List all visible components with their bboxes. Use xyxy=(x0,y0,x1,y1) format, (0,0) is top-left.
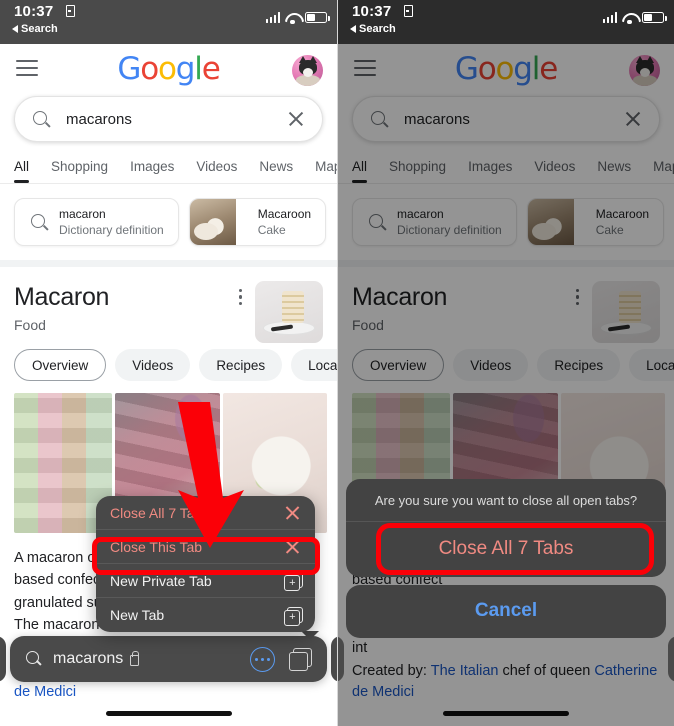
kp-tab-overview[interactable]: Overview xyxy=(14,349,107,381)
chip-subtitle: Cake xyxy=(257,223,286,237)
address-bar-text: macarons xyxy=(53,650,124,667)
logo-letter-l: l xyxy=(194,51,203,87)
wifi-icon xyxy=(285,12,300,24)
chip-subtitle: Dictionary definition xyxy=(59,223,164,237)
left-phone-screen: 10:37 Search Google macarons All Shoppin… xyxy=(0,0,337,726)
search-bar-container: macarons xyxy=(0,96,337,148)
logo-letter-o2: o xyxy=(158,51,177,87)
status-bar-back-to-app[interactable]: Search xyxy=(12,23,58,35)
nav-tab-shopping[interactable]: Shopping xyxy=(51,159,108,183)
nav-tab-videos[interactable]: Videos xyxy=(196,159,237,183)
logo-letter-g2: g xyxy=(175,51,196,87)
screenshot-stage: 10:37 Search Google macarons All Shoppin… xyxy=(0,0,674,726)
knowledge-panel-header: Macaron Food xyxy=(0,267,337,343)
cellular-signal-icon xyxy=(602,12,617,23)
status-bar: 10:37 Search xyxy=(0,0,337,44)
logo-letter-o1: o xyxy=(140,51,159,87)
refinement-chip-macaroon[interactable]: Macaroon Cake xyxy=(188,198,327,246)
account-avatar[interactable] xyxy=(292,55,323,86)
alert-card: Are you sure you want to close all open … xyxy=(346,479,666,577)
search-icon xyxy=(33,110,50,128)
kp-tab-videos[interactable]: Videos xyxy=(115,349,191,381)
status-bar-time: 10:37 xyxy=(352,3,392,20)
context-menu-item-new-private-tab[interactable]: New Private Tab + xyxy=(96,564,315,598)
alert-confirm-button[interactable]: Close All 7 Tabs xyxy=(346,522,666,577)
nav-tab-images[interactable]: Images xyxy=(130,159,174,183)
search-icon xyxy=(31,213,48,231)
context-menu-caret xyxy=(301,631,319,640)
close-icon xyxy=(284,504,301,521)
lock-icon xyxy=(404,5,413,17)
context-menu-label: New Private Tab xyxy=(110,572,212,589)
page-content: Google macarons All Shopping Images Vide… xyxy=(338,44,674,726)
search-input[interactable]: macarons xyxy=(66,111,282,128)
search-nav-tabs: All Shopping Images Videos News Map xyxy=(0,148,337,184)
chip-title: macaron xyxy=(59,206,106,221)
status-bar-time: 10:37 xyxy=(14,3,54,20)
left-edge-tab-peek[interactable] xyxy=(338,636,344,682)
refinement-chip-dictionary[interactable]: macaron Dictionary definition xyxy=(14,198,179,246)
macaroon-thumbnail xyxy=(189,199,236,245)
home-indicator xyxy=(105,711,232,716)
alert-cancel-button[interactable]: Cancel xyxy=(346,585,666,638)
back-triangle-icon xyxy=(350,25,356,33)
lock-icon xyxy=(130,650,140,666)
new-tab-icon: + xyxy=(284,572,303,591)
annotation-arrow xyxy=(178,402,244,548)
search-box[interactable]: macarons xyxy=(14,96,323,142)
browser-bottom-bar: macarons xyxy=(0,636,337,682)
status-bar-indicators xyxy=(602,12,667,24)
back-triangle-icon xyxy=(12,25,18,33)
google-header: Google xyxy=(0,44,337,96)
alert-message: Are you sure you want to close all open … xyxy=(346,479,666,522)
logo-letter-g1: G xyxy=(117,51,141,87)
status-bar-back-to-app[interactable]: Search xyxy=(350,23,396,35)
tabs-icon[interactable] xyxy=(289,648,312,671)
wifi-icon xyxy=(622,12,637,24)
page-content: Google macarons All Shopping Images Vide… xyxy=(0,44,337,726)
more-options-icon[interactable] xyxy=(239,289,243,308)
right-edge-tab-peek[interactable] xyxy=(668,636,674,682)
google-logo: Google xyxy=(0,54,337,85)
battery-icon xyxy=(305,12,330,23)
right-phone-screen: 10:37 Search Google macarons All Shoppin… xyxy=(337,0,674,726)
logo-letter-e: e xyxy=(201,51,221,87)
new-tab-icon: + xyxy=(284,606,303,626)
status-bar-indicators xyxy=(265,12,330,24)
nav-tab-news[interactable]: News xyxy=(259,159,293,183)
close-all-tabs-confirm-dialog: Are you sure you want to close all open … xyxy=(346,479,666,638)
status-bar-back-label: Search xyxy=(359,23,396,35)
clear-search-icon[interactable] xyxy=(282,105,310,133)
refinement-chips: macaron Dictionary definition Macaroon C… xyxy=(0,184,337,267)
macaron-stack-thumbnail xyxy=(255,281,323,343)
context-menu-label: New Tab xyxy=(110,607,165,623)
context-menu-item-new-tab[interactable]: New Tab + xyxy=(96,598,315,632)
battery-icon xyxy=(642,12,667,23)
more-dots-icon[interactable] xyxy=(250,646,275,672)
close-icon xyxy=(284,538,301,555)
search-icon xyxy=(26,651,42,667)
nav-tab-map[interactable]: Map xyxy=(315,159,337,183)
nav-tab-all[interactable]: All xyxy=(14,159,30,183)
kp-tab-locations[interactable]: Locations xyxy=(291,349,337,381)
address-bar[interactable]: macarons xyxy=(10,636,327,682)
status-bar: 10:37 Search xyxy=(338,0,674,44)
lock-icon xyxy=(66,5,75,17)
cellular-signal-icon xyxy=(265,12,280,23)
chip-title: Macaroon xyxy=(257,206,312,221)
status-bar-back-label: Search xyxy=(21,23,58,35)
kp-tab-recipes[interactable]: Recipes xyxy=(199,349,283,381)
